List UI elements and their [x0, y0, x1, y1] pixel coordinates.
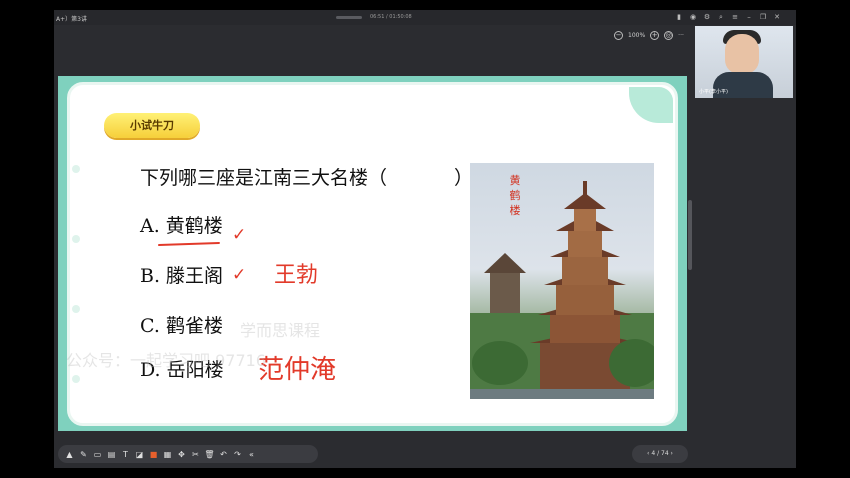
text-icon[interactable]: T [120, 449, 131, 460]
zoom-out-button[interactable]: − [614, 31, 623, 40]
ink-underline [157, 241, 221, 247]
question-text: 下列哪三座是江南三大名楼（ [140, 167, 388, 189]
bottom-toolbar: ▲ ✎ ▭ ▤ T ◪ ■ ▦ ✥ ✂ 🗑 ↶ ↷ « ‹ 4 / 74 › [54, 442, 796, 468]
move-icon[interactable]: ✥ [176, 449, 187, 460]
zoom-level: 100% [628, 32, 646, 39]
cut-icon[interactable]: ✂ [190, 449, 201, 460]
page-fold-decoration [629, 87, 673, 123]
check-mark-b: ✓ [232, 265, 247, 285]
annotation-tools: ▲ ✎ ▭ ▤ T ◪ ■ ▦ ✥ ✂ 🗑 ↶ ↷ « [58, 445, 318, 463]
minimize-icon[interactable]: – [744, 12, 754, 22]
binder-hole [72, 235, 80, 243]
watermark-line-1: 学而思课程 [240, 321, 321, 340]
slide-card: 小试牛刀 下列哪三座是江南三大名楼（ ） A. 黄鹤楼 ✓ B. 滕王阁 ✓ 王… [66, 82, 678, 426]
brush-icon[interactable]: ✎ [78, 449, 89, 460]
delete-icon[interactable]: 🗑 [204, 449, 215, 460]
close-icon[interactable]: ✕ [772, 12, 782, 22]
undo-icon[interactable]: ↶ [218, 449, 229, 460]
shape-icon[interactable]: ◪ [134, 449, 145, 460]
teacher-name: 小平(李小平) [699, 89, 728, 95]
settings-icon[interactable]: ⚙ [702, 12, 712, 22]
playback-time: 06:51 / 01:50:08 [370, 14, 412, 20]
binder-hole [72, 305, 80, 313]
title-bar: A+）第3讲 06:51 / 01:50:08 ▮ ◉ ⚙ ⌕ ≡ – ❐ ✕ [54, 10, 796, 25]
signal-icon: ▮ [677, 13, 681, 21]
slide-scrollbar[interactable] [688, 50, 692, 440]
color-icon[interactable]: ■ [148, 449, 159, 460]
record-icon[interactable]: ◉ [688, 12, 698, 22]
check-mark-a: ✓ [232, 225, 247, 245]
grid-icon[interactable]: ▦ [162, 449, 173, 460]
section-tag: 小试牛刀 [104, 113, 200, 138]
eraser-icon[interactable]: ▭ [92, 449, 103, 460]
teacher-face [725, 34, 759, 74]
yellow-crane-tower-illustration [470, 181, 654, 399]
window-title: A+）第3讲 [56, 16, 87, 23]
photo-caption: 黄鹤楼 [509, 174, 521, 217]
handwritten-answer-b: 王勃 [274, 263, 319, 288]
app-window: A+）第3讲 06:51 / 01:50:08 ▮ ◉ ⚙ ⌕ ≡ – ❐ ✕ … [54, 10, 796, 468]
more-options-icon[interactable]: ··· [678, 32, 684, 39]
redo-icon[interactable]: ↷ [232, 449, 243, 460]
cone-icon[interactable]: ▲ [64, 449, 75, 460]
note-icon[interactable]: ▤ [106, 449, 117, 460]
scrollbar-thumb[interactable] [688, 200, 692, 270]
zoom-control: − 100% + ◎ ··· [614, 31, 684, 40]
zoom-in-button[interactable]: + [650, 31, 660, 40]
playback-progress-bar[interactable] [336, 16, 362, 19]
fit-screen-button[interactable]: ◎ [664, 31, 674, 40]
search-icon[interactable]: ⌕ [716, 12, 726, 22]
menu-icon[interactable]: ≡ [730, 12, 740, 22]
view-toolbar: − 100% + ◎ ··· [54, 26, 690, 48]
binder-hole [72, 165, 80, 173]
option-c: C. 鹳雀楼 [140, 315, 223, 337]
handwritten-answer-d: 范仲淹 [258, 355, 337, 385]
watermark-line-2: 公众号：一起学习吧 97716 [66, 351, 266, 370]
collapse-icon[interactable]: « [246, 449, 257, 460]
option-a: A. 黄鹤楼 [140, 215, 223, 237]
restore-icon[interactable]: ❐ [758, 12, 768, 22]
slide-canvas: 小试牛刀 下列哪三座是江南三大名楼（ ） A. 黄鹤楼 ✓ B. 滕王阁 ✓ 王… [58, 76, 687, 431]
tower-photo: 黄鹤楼 [470, 163, 654, 399]
teacher-camera: 小平(李小平) [695, 26, 793, 98]
page-navigator[interactable]: ‹ 4 / 74 › [632, 445, 688, 463]
option-b: B. 滕王阁 [140, 265, 224, 287]
binder-hole [72, 375, 80, 383]
